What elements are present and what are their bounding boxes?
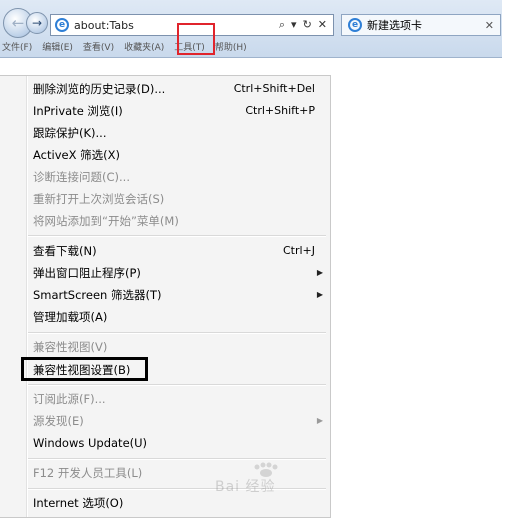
shortcut-label: Ctrl+Shift+Del	[233, 82, 315, 95]
tab-label: 新建选项卡	[367, 19, 422, 32]
menu-item-manage-addons[interactable]: 管理加载项(A)	[33, 307, 323, 327]
menu-separator	[28, 235, 326, 237]
tools-menu-highlight	[177, 23, 215, 55]
forward-button[interactable]: →	[26, 12, 48, 34]
submenu-arrow-icon: ▶	[316, 290, 323, 299]
menu-edit[interactable]: 编辑(E)	[37, 40, 78, 56]
menu-item-popup-blocker[interactable]: 弹出窗口阻止程序(P) ▶	[33, 263, 323, 283]
menu-item-reopen-session: 重新打开上次浏览会话(S)	[33, 192, 165, 206]
menu-item-tracking-protection[interactable]: 跟踪保护(K)...	[33, 123, 323, 143]
menu-item-windows-update[interactable]: Windows Update(U)	[33, 433, 323, 453]
menu-item-diagnose: 诊断连接问题(C)...	[33, 170, 130, 184]
back-arrow-icon: ←	[11, 14, 25, 32]
menu-item-add-to-start: 将网站添加到“开始”菜单(M)	[33, 214, 179, 228]
menu-item-f12-devtools: F12 开发人员工具(L)	[33, 466, 143, 480]
menu-item-subscribe-feed: 订阅此源(F)...	[33, 392, 106, 406]
menu-item-activex-filter[interactable]: ActiveX 筛选(X)	[33, 145, 323, 165]
stop-icon[interactable]: ✕	[318, 18, 327, 32]
submenu-arrow-icon: ▶	[316, 268, 323, 277]
dropdown-icon[interactable]: ▾	[291, 18, 297, 32]
menu-view[interactable]: 查看(V)	[78, 40, 119, 56]
menu-item-smartscreen[interactable]: SmartScreen 筛选器(T) ▶	[33, 285, 323, 305]
submenu-arrow-icon: ▶	[316, 416, 323, 425]
tools-dropdown-menu: 删除浏览的历史记录(D)... Ctrl+Shift+Del InPrivate…	[0, 75, 331, 518]
menu-item-feed-discovery: 源发现(E) ▶	[33, 411, 323, 431]
menu-help[interactable]: 帮助(H)	[210, 40, 252, 56]
ie-page-icon: e	[55, 18, 69, 32]
menu-gutter	[26, 76, 28, 517]
tab-new-tab[interactable]: e 新建选项卡 ✕	[341, 14, 501, 36]
menu-item-view-downloads[interactable]: 查看下载(N) Ctrl+J	[33, 241, 323, 261]
menu-separator	[28, 458, 326, 460]
shortcut-label: Ctrl+Shift+P	[245, 104, 315, 117]
menu-item-internet-options[interactable]: Internet 选项(O)	[33, 493, 323, 513]
search-icon[interactable]: ⌕	[279, 18, 285, 32]
ie-tab-icon: e	[348, 18, 362, 32]
menu-item-compat-view: 兼容性视图(V)	[33, 340, 108, 354]
menu-item-inprivate[interactable]: InPrivate 浏览(I) Ctrl+Shift+P	[33, 101, 323, 121]
menu-file[interactable]: 文件(F)	[0, 40, 37, 56]
forward-arrow-icon: →	[31, 16, 43, 30]
compat-settings-highlight	[21, 357, 148, 381]
refresh-icon[interactable]: ↻	[303, 18, 312, 32]
menu-item-delete-history[interactable]: 删除浏览的历史记录(D)... Ctrl+Shift+Del	[33, 79, 323, 99]
menu-favorites[interactable]: 收藏夹(A)	[119, 40, 169, 56]
menu-separator	[28, 488, 326, 490]
menu-separator	[28, 384, 326, 386]
browser-toolbar: ← → e about:Tabs ⌕ ▾ ↻ ✕ e 新建选项卡 ✕ 文件(F)…	[0, 0, 502, 58]
menu-separator	[28, 332, 326, 334]
shortcut-label: Ctrl+J	[282, 244, 315, 257]
close-icon[interactable]: ✕	[485, 19, 494, 32]
